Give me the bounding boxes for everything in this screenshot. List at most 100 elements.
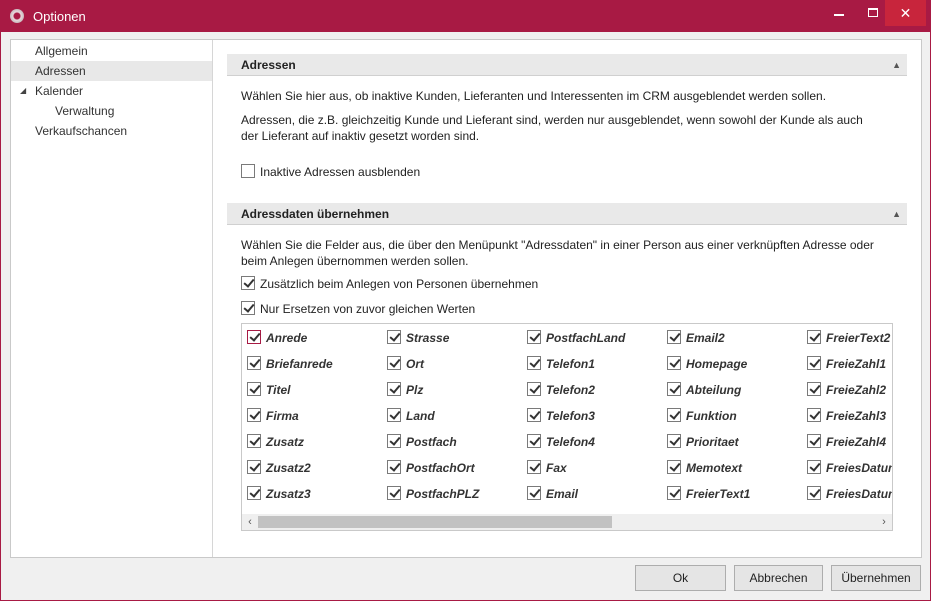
- section-header-adressen[interactable]: Adressen ▲: [227, 54, 907, 76]
- field-option[interactable]: FreieZahl4: [807, 434, 892, 450]
- collapse-up-icon[interactable]: ▲: [892, 54, 901, 76]
- field-option[interactable]: Memotext: [667, 460, 802, 476]
- field-option[interactable]: Telefon3: [527, 408, 662, 424]
- field-checkbox[interactable]: [527, 382, 541, 396]
- field-option[interactable]: FreierText2: [807, 330, 892, 346]
- nav-item-label: Verwaltung: [55, 104, 115, 118]
- field-checkbox[interactable]: [247, 330, 261, 344]
- field-option[interactable]: Zusatz: [247, 434, 382, 450]
- field-option[interactable]: Anrede: [247, 330, 382, 346]
- field-checkbox[interactable]: [387, 460, 401, 474]
- nav-item-verwaltung[interactable]: Verwaltung: [11, 101, 212, 121]
- section-header-adressdaten[interactable]: Adressdaten übernehmen ▲: [227, 203, 907, 225]
- field-checkbox[interactable]: [387, 382, 401, 396]
- field-option[interactable]: Zusatz3: [247, 486, 382, 502]
- field-checkbox[interactable]: [807, 460, 821, 474]
- field-option[interactable]: Strasse: [387, 330, 522, 346]
- apply-button[interactable]: Übernehmen: [831, 565, 921, 591]
- field-option[interactable]: Abteilung: [667, 382, 802, 398]
- field-checkbox[interactable]: [247, 460, 261, 474]
- field-checkbox[interactable]: [667, 382, 681, 396]
- field-checkbox[interactable]: [807, 330, 821, 344]
- field-checkbox[interactable]: [527, 486, 541, 500]
- field-option[interactable]: FreierText1: [667, 486, 802, 502]
- horizontal-scrollbar[interactable]: ‹ ›: [242, 514, 892, 530]
- field-checkbox[interactable]: [667, 356, 681, 370]
- field-option[interactable]: PostfachOrt: [387, 460, 522, 476]
- field-checkbox[interactable]: [527, 408, 541, 422]
- field-label: Postfach: [406, 435, 457, 449]
- window-title: Optionen: [33, 9, 86, 24]
- replace-same-values-checkbox[interactable]: [241, 301, 255, 315]
- field-option[interactable]: FreiesDatum: [807, 460, 892, 476]
- field-option[interactable]: FreiesDatum: [807, 486, 892, 502]
- field-option[interactable]: Land: [387, 408, 522, 424]
- field-option[interactable]: PostfachLand: [527, 330, 662, 346]
- field-checkbox[interactable]: [807, 356, 821, 370]
- nav-item-allgemein[interactable]: Allgemein: [11, 41, 212, 61]
- nav-item-verkaufschancen[interactable]: Verkaufschancen: [11, 121, 212, 141]
- field-option[interactable]: Titel: [247, 382, 382, 398]
- field-checkbox[interactable]: [387, 408, 401, 422]
- field-option[interactable]: FreieZahl2: [807, 382, 892, 398]
- field-option[interactable]: Fax: [527, 460, 662, 476]
- field-option[interactable]: FreieZahl1: [807, 356, 892, 372]
- field-option[interactable]: FreieZahl3: [807, 408, 892, 424]
- cancel-button[interactable]: Abbrechen: [734, 565, 823, 591]
- field-option[interactable]: Postfach: [387, 434, 522, 450]
- field-checkbox[interactable]: [387, 434, 401, 448]
- field-checkbox[interactable]: [527, 356, 541, 370]
- expand-arrow-icon[interactable]: ◢: [20, 81, 26, 101]
- field-option[interactable]: Funktion: [667, 408, 802, 424]
- field-checkbox[interactable]: [247, 486, 261, 500]
- window-frame: Allgemein Adressen ◢ Kalender Verwaltung …: [0, 32, 931, 601]
- field-checkbox[interactable]: [667, 434, 681, 448]
- field-label: Telefon2: [546, 383, 595, 397]
- field-option[interactable]: Email2: [667, 330, 802, 346]
- field-checkbox[interactable]: [807, 486, 821, 500]
- field-checkbox[interactable]: [667, 330, 681, 344]
- field-checkbox[interactable]: [527, 434, 541, 448]
- field-option[interactable]: Telefon4: [527, 434, 662, 450]
- ok-button[interactable]: Ok: [635, 565, 726, 591]
- field-checkbox[interactable]: [387, 356, 401, 370]
- field-checkbox[interactable]: [387, 330, 401, 344]
- field-checkbox[interactable]: [667, 486, 681, 500]
- field-checkbox[interactable]: [247, 434, 261, 448]
- field-checkbox[interactable]: [807, 382, 821, 396]
- field-option[interactable]: PostfachPLZ: [387, 486, 522, 502]
- collapse-up-icon[interactable]: ▲: [892, 203, 901, 225]
- field-checkbox[interactable]: [247, 408, 261, 422]
- field-checkbox[interactable]: [807, 408, 821, 422]
- field-checkbox[interactable]: [667, 460, 681, 474]
- field-option[interactable]: Ort: [387, 356, 522, 372]
- field-checkbox[interactable]: [807, 434, 821, 448]
- field-checkbox[interactable]: [527, 460, 541, 474]
- create-persons-checkbox[interactable]: [241, 276, 255, 290]
- field-option[interactable]: Telefon2: [527, 382, 662, 398]
- field-checkbox[interactable]: [527, 330, 541, 344]
- nav-item-kalender[interactable]: ◢ Kalender: [11, 81, 212, 101]
- title-bar: Optionen ✕: [0, 0, 931, 32]
- nav-item-adressen[interactable]: Adressen: [11, 61, 212, 81]
- field-option[interactable]: Prioritaet: [667, 434, 802, 450]
- field-option[interactable]: Firma: [247, 408, 382, 424]
- field-option[interactable]: Plz: [387, 382, 522, 398]
- scroll-right-icon[interactable]: ›: [876, 514, 892, 530]
- field-label: Homepage: [686, 357, 748, 371]
- field-checkbox[interactable]: [387, 486, 401, 500]
- field-checkbox[interactable]: [247, 382, 261, 396]
- minimize-button[interactable]: [822, 0, 856, 26]
- scrollbar-thumb[interactable]: [258, 516, 612, 528]
- field-option[interactable]: Briefanrede: [247, 356, 382, 372]
- field-option[interactable]: Zusatz2: [247, 460, 382, 476]
- field-option[interactable]: Email: [527, 486, 662, 502]
- scroll-left-icon[interactable]: ‹: [242, 514, 258, 530]
- inactive-addresses-checkbox[interactable]: [241, 164, 255, 178]
- field-checkbox[interactable]: [667, 408, 681, 422]
- field-checkbox[interactable]: [247, 356, 261, 370]
- field-option[interactable]: Homepage: [667, 356, 802, 372]
- field-label: Firma: [266, 409, 299, 423]
- close-button[interactable]: ✕: [885, 0, 926, 26]
- field-option[interactable]: Telefon1: [527, 356, 662, 372]
